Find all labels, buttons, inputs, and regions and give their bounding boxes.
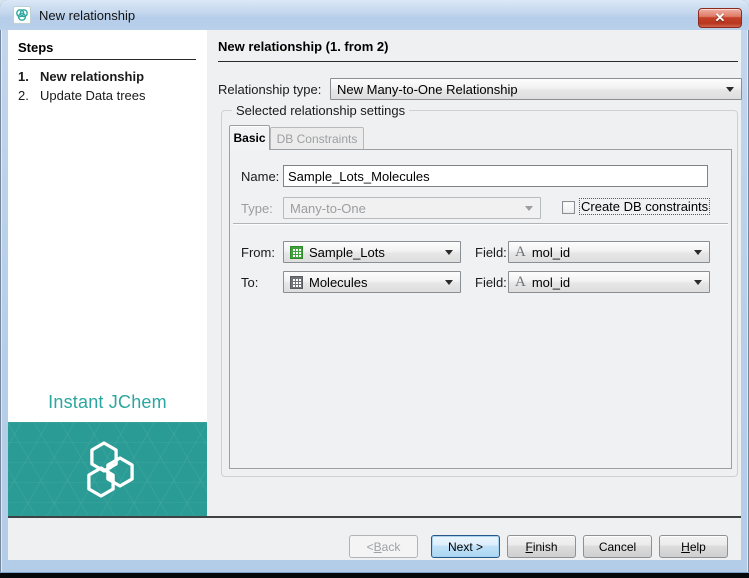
type-select[interactable]: Many-to-One <box>283 197 541 219</box>
step-label: New relationship <box>40 69 144 84</box>
step-number: 2. <box>18 88 40 103</box>
name-input[interactable] <box>283 165 708 187</box>
button-label-part: inish <box>533 540 558 554</box>
text-field-icon: A <box>515 276 526 289</box>
chevron-down-icon <box>445 280 453 285</box>
page-title: New relationship (1. from 2) <box>218 39 388 54</box>
from-table-value: Sample_Lots <box>309 245 385 260</box>
chevron-down-icon <box>694 250 702 255</box>
form-separator <box>233 223 728 225</box>
finish-button[interactable]: Finish <box>507 535 576 558</box>
from-field-select[interactable]: A mol_id <box>508 241 710 263</box>
button-label-part: ack <box>382 540 401 554</box>
relationship-type-label: Relationship type: <box>218 82 321 97</box>
from-field-label: Field: <box>475 245 507 260</box>
create-db-constraints-label[interactable]: Create DB constraints <box>580 199 709 214</box>
from-table-select[interactable]: Sample_Lots <box>283 241 461 263</box>
instant-jchem-brand: Instant JChem <box>8 392 207 413</box>
create-db-constraints-checkbox[interactable] <box>562 201 575 214</box>
from-label: From: <box>241 245 275 260</box>
button-label-part: B <box>374 540 382 554</box>
page-title-underline <box>218 61 738 62</box>
hexagon-logo-icon <box>77 440 139 498</box>
step-label: Update Data trees <box>40 88 146 103</box>
from-field-value: mol_id <box>532 245 570 260</box>
screen-bottom-strip <box>0 573 749 578</box>
steps-sidebar: Steps 1. New relationship 2. Update Data… <box>8 30 207 516</box>
to-field-value: mol_id <box>532 275 570 290</box>
back-button[interactable]: < Back <box>349 535 418 558</box>
tab-label: DB Constraints <box>277 132 358 146</box>
next-button[interactable]: Next > <box>431 535 500 558</box>
chevron-down-icon <box>445 250 453 255</box>
button-label-part: elp <box>690 540 706 554</box>
to-table-value: Molecules <box>309 275 368 290</box>
to-label: To: <box>241 275 258 290</box>
sidebar-step-update-data-trees: 2. Update Data trees <box>18 88 200 103</box>
tab-label: Basic <box>233 131 265 145</box>
step-number: 1. <box>18 69 40 84</box>
to-field-label: Field: <box>475 275 507 290</box>
steps-header: Steps <box>18 40 53 55</box>
type-label: Type: <box>241 201 273 216</box>
to-table-select[interactable]: Molecules <box>283 271 461 293</box>
title-bar[interactable]: New relationship ✕ <box>0 0 749 30</box>
text-field-icon: A <box>515 246 526 259</box>
basic-tab-panel: Name: Type: Many-to-One Create DB constr… <box>229 149 732 469</box>
close-icon[interactable]: ✕ <box>698 8 742 28</box>
settings-groupbox: Selected relationship settings Basic DB … <box>221 110 738 477</box>
brand-banner <box>8 422 207 516</box>
chevron-down-icon <box>726 87 734 92</box>
window-title: New relationship <box>39 8 135 23</box>
relationship-type-value: New Many-to-One Relationship <box>337 82 518 97</box>
chevron-down-icon <box>694 280 702 285</box>
jchem-logo-icon <box>13 6 31 24</box>
button-label-part: < <box>367 540 374 554</box>
groupbox-title: Selected relationship settings <box>232 103 409 118</box>
table-icon-gray <box>290 276 303 289</box>
to-field-select[interactable]: A mol_id <box>508 271 710 293</box>
wizard-main-panel: New relationship (1. from 2) Relationshi… <box>207 30 741 516</box>
help-button[interactable]: Help <box>659 535 728 558</box>
cancel-button[interactable]: Cancel <box>583 535 652 558</box>
button-label: Cancel <box>599 540 636 554</box>
steps-underline <box>18 59 196 60</box>
tab-db-constraints[interactable]: DB Constraints <box>270 127 364 149</box>
tab-basic[interactable]: Basic <box>229 125 270 150</box>
button-label: Next > <box>448 540 483 554</box>
dialog-content: Steps 1. New relationship 2. Update Data… <box>8 30 741 516</box>
dialog-window: New relationship ✕ Steps 1. New relation… <box>0 0 749 578</box>
relationship-type-select[interactable]: New Many-to-One Relationship <box>330 78 742 100</box>
chevron-down-icon <box>525 206 533 211</box>
button-label-part: H <box>681 540 690 554</box>
type-value: Many-to-One <box>290 201 366 216</box>
sidebar-step-new-relationship: 1. New relationship <box>18 69 200 84</box>
table-icon-green <box>290 246 303 259</box>
name-label: Name: <box>241 169 279 184</box>
button-label-part: F <box>525 540 532 554</box>
wizard-button-bar: < Back Next > Finish Cancel Help <box>8 518 741 560</box>
